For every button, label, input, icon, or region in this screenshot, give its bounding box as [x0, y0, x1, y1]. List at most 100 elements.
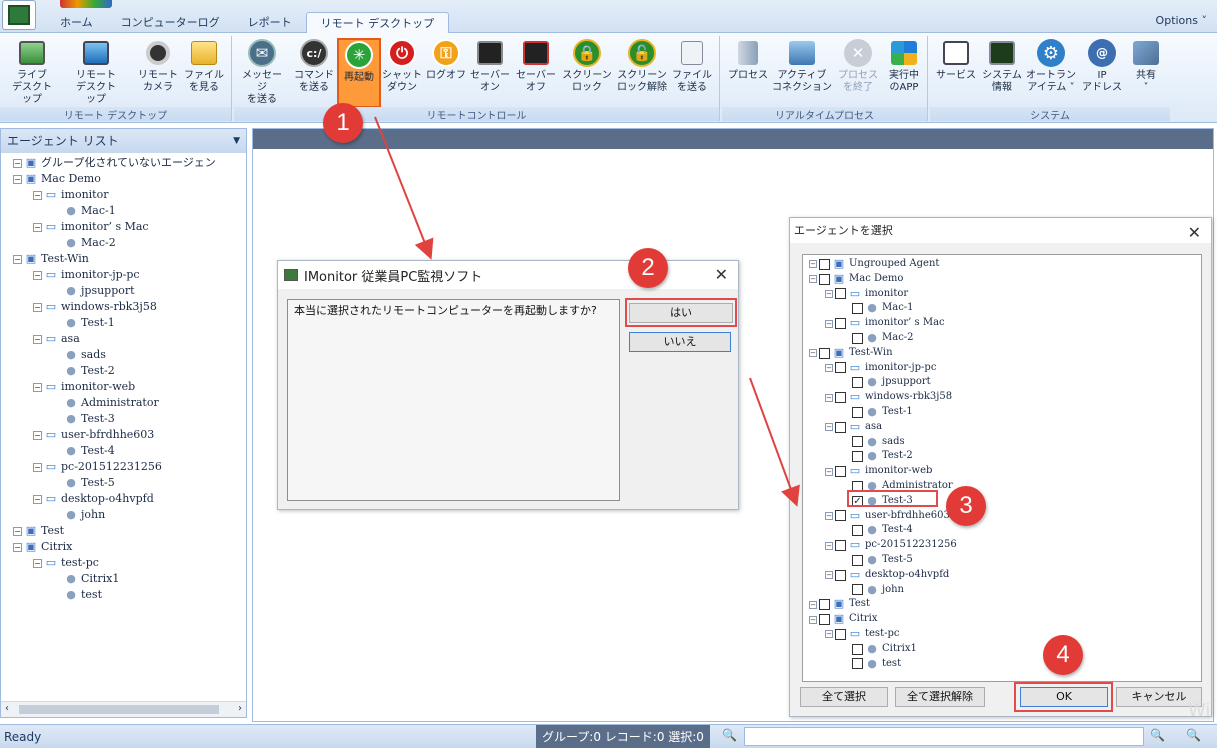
collapse-icon[interactable]: − [809, 600, 817, 609]
active-connection-button[interactable]: アクティブ コネクション [772, 38, 832, 104]
tree-node[interactable]: − ▭ windows-rbk3j58 [1, 299, 246, 315]
tree-node[interactable]: − ▭ imonitor’ s Mac [1, 219, 246, 235]
checkbox[interactable] [852, 332, 863, 344]
send-message-button[interactable]: ✉ メッセージ を送る [238, 38, 286, 105]
checkbox[interactable] [819, 599, 830, 611]
search-icon[interactable]: 🔍 [722, 728, 737, 742]
checkbox[interactable] [819, 258, 830, 270]
scroll-right-icon[interactable]: › [238, 703, 242, 714]
tree-node[interactable]: − ▭ pc-201512231256 [1, 459, 246, 475]
autorun-items-button[interactable]: ⚙ オートラン アイテム ˅ [1024, 38, 1078, 104]
collapse-icon[interactable]: − [33, 190, 42, 200]
collapse-icon[interactable]: − [809, 275, 817, 284]
tree-node[interactable]: − ▭ asa [1, 331, 246, 347]
checkbox[interactable] [852, 554, 863, 566]
checkbox[interactable] [852, 643, 863, 655]
tree-node[interactable]: ● Mac-1 [1, 203, 246, 219]
collapse-icon[interactable]: − [825, 630, 833, 639]
tree-node[interactable]: − ▭ imonitor-web [1, 379, 246, 395]
app-logo[interactable] [2, 0, 36, 30]
collapse-icon[interactable]: − [825, 319, 833, 328]
tree-node[interactable]: ● Test-5 [803, 553, 1201, 568]
close-icon[interactable]: ✕ [1188, 220, 1201, 245]
tree-node[interactable]: ● Test-2 [803, 449, 1201, 464]
saver-on-button[interactable]: セーバー オン [466, 38, 514, 104]
tree-node[interactable]: ● john [1, 507, 246, 523]
collapse-icon[interactable]: − [33, 494, 42, 504]
collapse-icon[interactable]: − [825, 363, 833, 372]
tree-node[interactable]: − ▣ グループ化されていないエージェン [1, 155, 246, 171]
running-app-button[interactable]: 実行中 のAPP [880, 38, 928, 104]
tree-node[interactable]: − ▣ Mac Demo [1, 171, 246, 187]
live-desktop-button[interactable]: ライブ デスクトップ [8, 38, 56, 105]
tree-node[interactable]: ● Mac-1 [803, 301, 1201, 316]
remote-desktop-button[interactable]: リモート デスクトップ [72, 38, 120, 105]
checkbox[interactable] [835, 540, 846, 552]
share-button[interactable]: 共有 ˅ [1122, 38, 1170, 104]
tree-node[interactable]: − ▣ Test [1, 523, 246, 539]
chevron-down-icon[interactable]: ▼ [233, 129, 240, 153]
tree-node[interactable]: ● jpsupport [1, 283, 246, 299]
service-button[interactable]: サービス [932, 38, 980, 104]
logoff-button[interactable]: ⚿ ログオフ [422, 38, 470, 104]
collapse-icon[interactable]: − [33, 270, 42, 280]
collapse-icon[interactable]: − [825, 467, 833, 476]
screen-unlock-button[interactable]: 🔓 スクリーン ロック解除 [614, 38, 670, 104]
tree-node[interactable]: − ▭ test-pc [1, 555, 246, 571]
tab-computer-log[interactable]: コンピューターログ [107, 12, 234, 33]
tree-node[interactable]: − ▭ imonitor-jp-pc [803, 361, 1201, 376]
tree-node[interactable]: − ▭ imonitor-web [803, 464, 1201, 479]
tree-node[interactable]: − ▭ imonitor [1, 187, 246, 203]
tree-node[interactable]: − ▭ imonitor’ s Mac [803, 316, 1201, 331]
system-info-button[interactable]: システム 情報 [978, 38, 1026, 104]
tree-node[interactable]: ● john [803, 583, 1201, 598]
tree-node[interactable]: ● Test-1 [803, 405, 1201, 420]
tree-node[interactable]: ● jpsupport [803, 375, 1201, 390]
tree-node[interactable]: − ▭ test-pc [803, 627, 1201, 642]
close-icon[interactable]: ✕ [715, 265, 728, 284]
checkbox[interactable] [835, 392, 846, 404]
tree-node[interactable]: − ▭ desktop-o4hvpfd [803, 568, 1201, 583]
collapse-icon[interactable]: − [33, 558, 42, 568]
search-input[interactable] [744, 727, 1144, 746]
zoom-in-icon[interactable]: 🔍 [1186, 728, 1201, 742]
collapse-icon[interactable]: − [33, 222, 42, 232]
collapse-icon[interactable]: − [33, 382, 42, 392]
quick-access-toolbar[interactable] [60, 0, 112, 8]
view-files-button[interactable]: ファイル を見る [180, 38, 228, 104]
tree-node[interactable]: ● Test-5 [1, 475, 246, 491]
tree-node[interactable]: ● test [1, 587, 246, 603]
checkbox[interactable] [835, 288, 846, 300]
checkbox[interactable] [852, 303, 863, 315]
tree-node[interactable]: − ▭ imonitor-jp-pc [1, 267, 246, 283]
collapse-icon[interactable]: − [809, 260, 817, 269]
saver-off-button[interactable]: セーバー オフ [512, 38, 560, 104]
restart-button[interactable]: ✳ 再起動 [337, 38, 381, 108]
checkbox[interactable] [835, 318, 846, 330]
checkbox[interactable] [852, 451, 863, 463]
collapse-icon[interactable]: − [809, 349, 817, 358]
collapse-icon[interactable]: − [13, 254, 22, 264]
checkbox[interactable] [852, 584, 863, 596]
tree-node[interactable]: − ▣ Mac Demo [803, 272, 1201, 287]
tree-node[interactable]: ● Test-2 [1, 363, 246, 379]
checkbox[interactable] [852, 406, 863, 418]
collapse-icon[interactable]: − [13, 526, 22, 536]
tree-node[interactable]: − ▣ Test-Win [1, 251, 246, 267]
collapse-icon[interactable]: − [13, 174, 22, 184]
tree-node[interactable]: ● Mac-2 [1, 235, 246, 251]
tree-node[interactable]: − ▭ user-bfrdhhe603 [1, 427, 246, 443]
tree-node[interactable]: ● Citrix1 [1, 571, 246, 587]
collapse-icon[interactable]: − [825, 571, 833, 580]
collapse-icon[interactable]: − [809, 615, 817, 624]
scroll-thumb[interactable] [19, 705, 219, 714]
tree-node[interactable]: − ▣ Test-Win [803, 346, 1201, 361]
collapse-icon[interactable]: − [13, 158, 22, 168]
tree-node[interactable]: ● Administrator [1, 395, 246, 411]
tree-node[interactable]: − ▣ Citrix [803, 612, 1201, 627]
checkbox[interactable] [835, 510, 846, 522]
send-command-button[interactable]: c:/ コマンド を送る [290, 38, 338, 104]
tab-report[interactable]: レポート [234, 12, 306, 33]
tree-node[interactable]: ● Test-3 [1, 411, 246, 427]
checkbox[interactable] [819, 273, 830, 285]
